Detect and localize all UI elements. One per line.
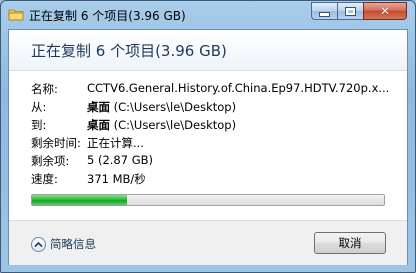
from-value[interactable]: 桌面 (C:\Users\le\Desktop) bbox=[87, 99, 407, 115]
dialog-heading: 正在复制 6 个项目(3.96 GB) bbox=[31, 42, 227, 60]
to-folder-path: (C:\Users\le\Desktop) bbox=[110, 118, 237, 132]
name-row: 名称: CCTV6.General.History.of.China.Ep97.… bbox=[31, 81, 401, 99]
window-controls: ✕ bbox=[311, 2, 407, 20]
copy-details: 名称: CCTV6.General.History.of.China.Ep97.… bbox=[31, 81, 401, 189]
less-details-toggle[interactable]: 简略信息 bbox=[31, 235, 96, 253]
from-folder-name[interactable]: 桌面 bbox=[87, 100, 110, 114]
items-remaining-row: 剩余项: 5 (2.87 GB) bbox=[31, 153, 401, 171]
from-folder-path: (C:\Users\le\Desktop) bbox=[110, 100, 237, 114]
speed-row: 速度: 371 MB/秒 bbox=[31, 171, 401, 189]
name-label: 名称: bbox=[31, 82, 58, 96]
maximize-icon bbox=[346, 7, 355, 15]
progress-fill bbox=[32, 195, 128, 205]
copy-progress-window: 正在复制 6 个项目(3.96 GB) ✕ 正在复制 6 个项目(3.96 GB… bbox=[0, 0, 416, 273]
time-remaining-label: 剩余时间: bbox=[31, 136, 81, 150]
minimize-icon bbox=[319, 11, 330, 17]
from-label: 从: bbox=[31, 100, 47, 114]
dialog-banner: 正在复制 6 个项目(3.96 GB) bbox=[9, 30, 407, 71]
copy-progress-bar bbox=[31, 194, 385, 206]
to-folder-name[interactable]: 桌面 bbox=[87, 118, 110, 132]
items-remaining-value: 5 (2.87 GB) bbox=[87, 153, 154, 167]
items-remaining-label: 剩余项: bbox=[31, 154, 70, 168]
time-remaining-value: 正在计算... bbox=[87, 136, 144, 150]
to-row: 到: 桌面 (C:\Users\le\Desktop) bbox=[31, 117, 401, 135]
copy-folder-icon bbox=[8, 9, 24, 21]
minimize-button[interactable] bbox=[311, 2, 337, 20]
speed-value: 371 MB/秒 bbox=[87, 172, 146, 186]
from-row: 从: 桌面 (C:\Users\le\Desktop) bbox=[31, 99, 401, 117]
to-label: 到: bbox=[31, 118, 47, 132]
chevron-up-icon[interactable] bbox=[31, 236, 46, 252]
speed-label: 速度: bbox=[31, 172, 58, 186]
less-details-label[interactable]: 简略信息 bbox=[50, 236, 96, 252]
dialog-body: 正在复制 6 个项目(3.96 GB) 名称: CCTV6.General.Hi… bbox=[8, 29, 408, 265]
time-remaining-row: 剩余时间: 正在计算... bbox=[31, 135, 401, 153]
to-value[interactable]: 桌面 (C:\Users\le\Desktop) bbox=[87, 117, 407, 133]
name-value: CCTV6.General.History.of.China.Ep97.HDTV… bbox=[87, 81, 390, 95]
title-bar[interactable]: 正在复制 6 个项目(3.96 GB) ✕ bbox=[1, 1, 415, 29]
close-icon: ✕ bbox=[379, 4, 391, 18]
window-title: 正在复制 6 个项目(3.96 GB) bbox=[29, 9, 186, 23]
cancel-button[interactable]: 取消 bbox=[314, 232, 386, 254]
close-button[interactable]: ✕ bbox=[363, 2, 407, 20]
dialog-footer: 简略信息 取消 bbox=[9, 220, 407, 265]
maximize-button[interactable] bbox=[337, 2, 363, 20]
